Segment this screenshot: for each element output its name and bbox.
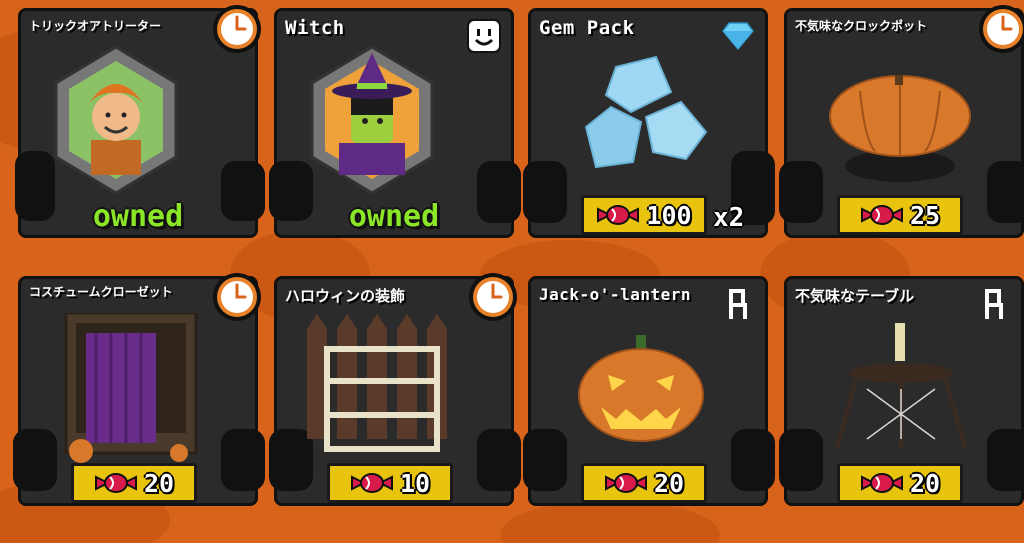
candy-icon [860, 205, 903, 225]
face-icon [467, 19, 501, 53]
diamond-icon [722, 22, 754, 51]
chair-icon [985, 289, 1003, 319]
clock-icon [211, 3, 263, 55]
item-title: Witch [285, 17, 345, 39]
chair-icon [729, 289, 747, 319]
avatar-badge [310, 45, 434, 195]
shop-item-card[interactable]: 不気味なテーブル 20 [779, 276, 1024, 506]
owned-label: owned [348, 199, 440, 234]
candy-icon [604, 473, 647, 493]
shop-item-card[interactable]: Jack-o'-lantern 20 [523, 276, 775, 506]
item-title: 不気味なクロックポット [795, 19, 928, 33]
shop-item-card[interactable]: トリックオアトリーター owned [15, 3, 265, 238]
item-title: Gem Pack [539, 17, 635, 39]
price-tag[interactable]: 20 [837, 463, 963, 503]
crockpot-image [829, 75, 971, 182]
candy-icon [597, 205, 640, 225]
item-title: ハロウィンの装飾 [285, 287, 406, 305]
price-amount: 20 [653, 468, 685, 498]
gems-image [584, 55, 708, 169]
shop-item-card[interactable]: コスチュームクローゼット 20 [13, 271, 265, 506]
clock-icon [211, 271, 263, 323]
shop-item-card[interactable]: Witch owned [269, 8, 521, 238]
price-tag[interactable]: 100 [581, 195, 707, 235]
item-title: Jack-o'-lantern [539, 285, 691, 304]
item-title: コスチュームクローゼット [29, 285, 173, 299]
shop-item-card[interactable]: Gem Pack 100 x2 [523, 8, 775, 238]
price-amount: 20 [909, 468, 941, 498]
price-tag[interactable]: 20 [581, 463, 707, 503]
price-tag[interactable]: 10 [327, 463, 453, 503]
shop-item-card[interactable]: ハロウィンの装飾 10 [269, 271, 521, 506]
table-image [835, 323, 967, 450]
candy-icon [860, 473, 903, 493]
price-amount: 10 [399, 468, 431, 498]
price-tag[interactable]: 20 [71, 463, 197, 503]
quantity-label: x2 [713, 203, 745, 233]
item-title: 不気味なテーブル [795, 287, 915, 305]
price-tag[interactable]: 25 [837, 195, 963, 235]
candy-icon [94, 473, 137, 493]
decoration-image [307, 314, 447, 452]
price-amount: 100 [646, 200, 692, 230]
clock-icon [467, 271, 519, 323]
candy-icon [350, 473, 393, 493]
pumpkin-image [578, 335, 704, 442]
item-title: トリックオアトリーター [29, 19, 162, 33]
shop-item-card[interactable]: 不気味なクロックポット 25 [779, 3, 1024, 238]
clock-icon [977, 3, 1024, 55]
closet-image [64, 313, 198, 463]
owned-label: owned [92, 199, 184, 234]
background-shape [500, 500, 720, 543]
avatar-badge [54, 45, 178, 195]
price-amount: 25 [909, 200, 941, 230]
price-amount: 20 [143, 468, 175, 498]
